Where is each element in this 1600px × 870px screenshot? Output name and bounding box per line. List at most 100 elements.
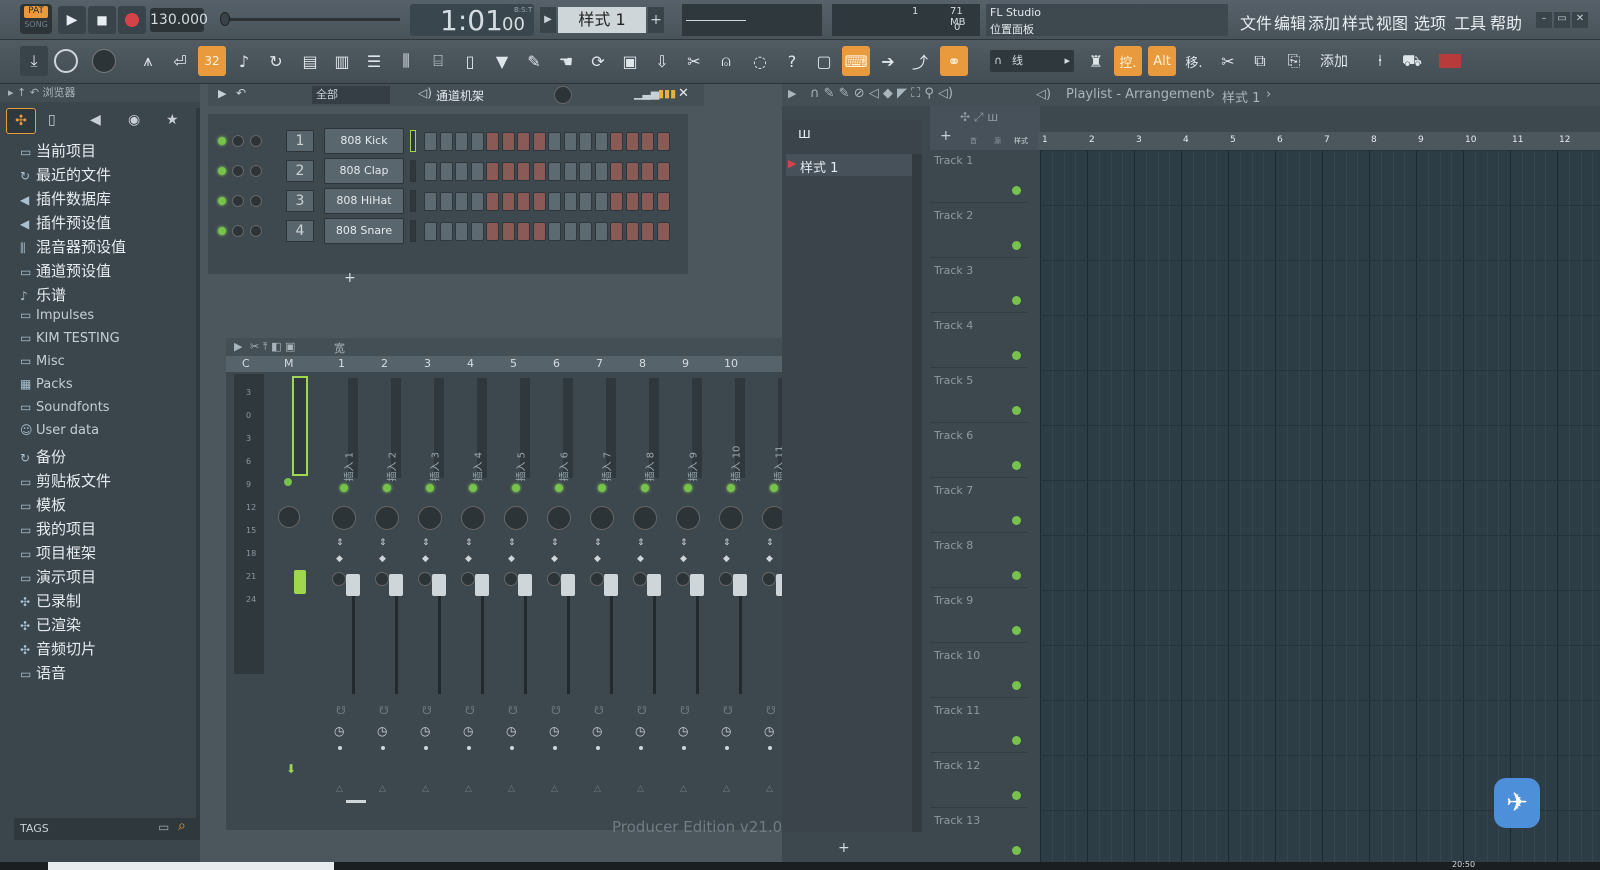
insert-record-icon[interactable]: ☋ [379, 704, 389, 717]
master-volume-knob[interactable] [90, 46, 118, 76]
insert-send-icon[interactable]: △ [379, 784, 386, 794]
insert-vol-knob[interactable] [504, 572, 518, 586]
add-track-button[interactable]: + [940, 128, 952, 144]
insert-record-icon[interactable]: ☋ [508, 704, 518, 717]
step-button[interactable] [455, 192, 468, 211]
step-button[interactable] [501, 222, 515, 241]
slider-handle[interactable] [220, 12, 230, 26]
insert-vol-knob[interactable] [375, 572, 389, 586]
channel-led[interactable] [218, 227, 226, 235]
playlist-track-header[interactable]: Track 5 [930, 370, 1028, 423]
wait-record-icon[interactable]: ⏎ [166, 46, 194, 76]
browser-item[interactable]: ▭ KIM TESTING [20, 331, 120, 346]
stereo-sep-icon[interactable]: ⇕ [723, 538, 731, 548]
insert-clock-icon[interactable]: ◷ [721, 724, 731, 738]
browser-item[interactable]: ▭ 通道预设值 [20, 260, 111, 281]
cut-icon[interactable]: ✂ [680, 46, 708, 76]
channel-number[interactable]: 2 [286, 160, 314, 182]
track-mute-led[interactable] [1012, 736, 1021, 745]
browser-item[interactable]: ♪ 乐谱 [20, 284, 66, 305]
swap-icon[interactable]: ◆ [422, 554, 429, 564]
step-button[interactable] [439, 222, 453, 241]
swap-icon[interactable]: ◆ [723, 554, 730, 564]
step-button[interactable] [501, 192, 515, 211]
step-button[interactable] [610, 132, 623, 151]
insert-pan-knob[interactable] [504, 506, 528, 530]
insert-clock-icon[interactable]: ◷ [592, 724, 602, 738]
stereo-sep-icon[interactable]: ⇕ [637, 538, 645, 548]
track-mute-led[interactable] [1012, 241, 1021, 250]
track-mute-led[interactable] [1012, 516, 1021, 525]
insert-fader[interactable] [432, 574, 446, 596]
insert-led[interactable] [684, 484, 692, 492]
insert-send-icon[interactable]: △ [465, 784, 472, 794]
insert-name[interactable]: 插入 11 [771, 422, 783, 482]
mic-stand-icon[interactable]: ⍿ [1366, 46, 1394, 76]
save-icon[interactable]: ▣ [616, 46, 644, 76]
clipboard-icon[interactable]: ▯ [456, 46, 484, 76]
channel-select[interactable] [410, 190, 416, 212]
insert-record-icon[interactable]: ☋ [465, 704, 475, 717]
alt-button[interactable]: Alt [1148, 46, 1176, 76]
add-channel-button[interactable]: + [344, 270, 356, 286]
swap-icon[interactable]: ◆ [551, 554, 558, 564]
track-mute-led[interactable] [1012, 351, 1021, 360]
render-icon[interactable]: ⇩ [648, 46, 676, 76]
insert-pan-knob[interactable] [375, 506, 399, 530]
step-button[interactable] [455, 132, 468, 151]
step-button[interactable] [517, 192, 530, 211]
step-button[interactable] [486, 162, 499, 181]
swap-icon[interactable]: ◆ [637, 554, 644, 564]
swap-icon[interactable]: ◆ [594, 554, 601, 564]
insert-name[interactable]: 插入 6 [556, 422, 571, 482]
play-button[interactable]: ▶ [58, 6, 86, 34]
insert-vol-knob[interactable] [633, 572, 647, 586]
step-button[interactable] [625, 132, 639, 151]
step-button[interactable] [563, 222, 577, 241]
favorites-tab-icon[interactable]: ★ [166, 112, 179, 128]
insert-fader[interactable] [604, 574, 618, 596]
stereo-sep-icon[interactable]: ⇕ [594, 538, 602, 548]
insert-record-icon[interactable]: ☋ [637, 704, 647, 717]
step-button[interactable] [424, 222, 437, 241]
insert-send-icon[interactable]: △ [422, 784, 429, 794]
arrow-right-icon[interactable]: ➔ [874, 46, 902, 76]
insert-fader[interactable] [475, 574, 489, 596]
step-button[interactable] [594, 162, 608, 181]
insert-name[interactable]: 插入 10 [728, 422, 743, 482]
loop-record-icon[interactable]: ↻ [262, 46, 290, 76]
menu-item[interactable]: 帮助 [1490, 10, 1522, 34]
browser-item[interactable]: ↻ 最近的文件 [20, 164, 111, 185]
metronome-dial-icon[interactable] [52, 46, 80, 76]
master-send-arrow-icon[interactable]: ⬇ [286, 762, 296, 776]
steps-icon[interactable]: ▮▮▮ [658, 87, 676, 100]
tags-folder-icon[interactable]: ▭ [158, 820, 169, 834]
pattern-selector[interactable]: ▶ 样式 1 + [540, 7, 664, 33]
track-mute-led[interactable] [1012, 406, 1021, 415]
master-pan-knob[interactable] [278, 506, 300, 528]
insert-clock-icon[interactable]: ◷ [377, 724, 387, 738]
menu-item[interactable]: 视图 [1376, 10, 1408, 34]
insert-send-icon[interactable]: △ [637, 784, 644, 794]
step-button[interactable] [548, 192, 561, 211]
step-button[interactable] [517, 222, 530, 241]
insert-send-icon[interactable]: △ [336, 784, 343, 794]
insert-pan-knob[interactable] [676, 506, 700, 530]
browser-scrollbar[interactable] [196, 108, 200, 828]
playlist-menu-arrow[interactable]: ▶ [788, 87, 796, 100]
blend-notes-icon[interactable]: ♪ [230, 46, 258, 76]
insert-led[interactable] [727, 484, 735, 492]
step-button[interactable] [517, 162, 530, 181]
swap-icon[interactable]: ◆ [336, 554, 343, 564]
browser-item[interactable]: ↻ 备份 [20, 446, 66, 467]
rack-filter-select[interactable]: 全部 [312, 86, 390, 104]
browser-item[interactable]: ▦ Packs [20, 377, 73, 392]
channel-name-button[interactable]: 808 Snare [324, 218, 404, 244]
move-button[interactable]: 移. [1180, 46, 1208, 76]
insert-led[interactable] [555, 484, 563, 492]
channel-volume-knob[interactable] [250, 135, 262, 147]
insert-clock-icon[interactable]: ◷ [764, 724, 774, 738]
swap-icon[interactable]: ◆ [766, 554, 773, 564]
channel-volume-knob[interactable] [250, 225, 262, 237]
step-button[interactable] [563, 162, 577, 181]
